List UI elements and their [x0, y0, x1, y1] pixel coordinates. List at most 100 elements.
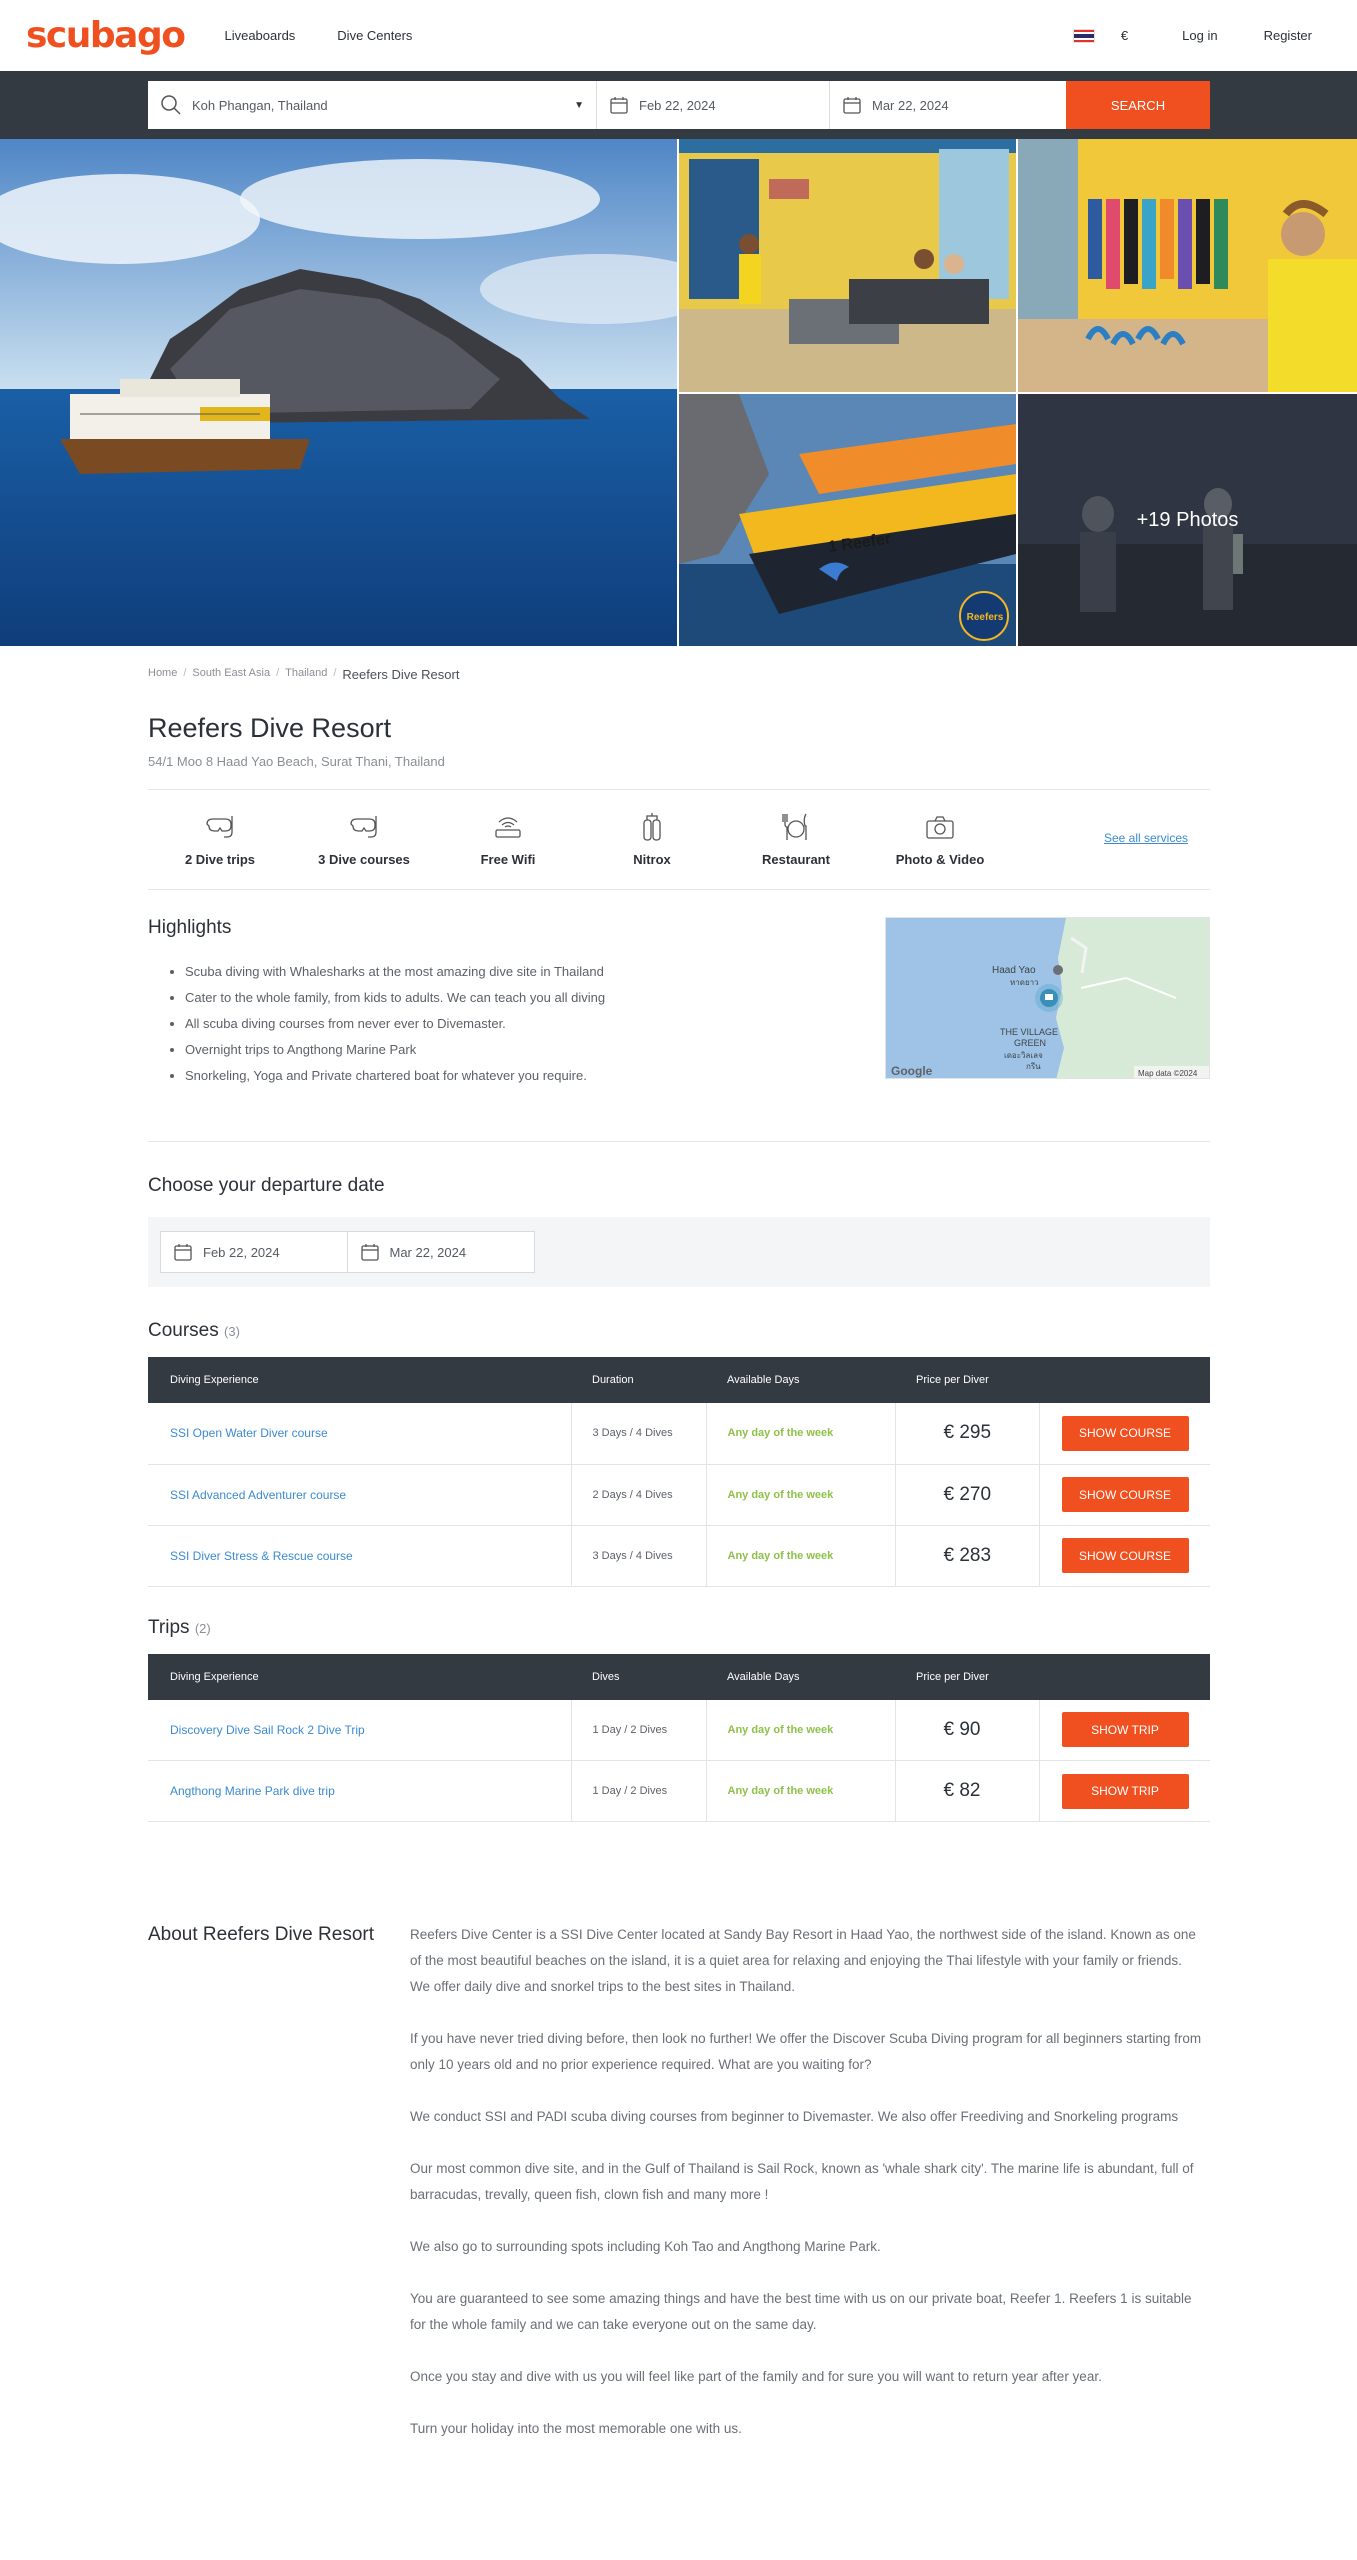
breadcrumb-home[interactable]: Home	[148, 667, 177, 682]
login-link[interactable]: Log in	[1182, 28, 1217, 43]
show-course-button[interactable]: SHOW COURSE	[1061, 1538, 1189, 1573]
reefers-logo-badge: Reefers	[967, 612, 1004, 623]
wifi-router-icon	[492, 812, 524, 842]
course-link[interactable]: SSI Advanced Adventurer course	[148, 1464, 571, 1525]
course-available-days: Any day of the week	[705, 1525, 895, 1586]
about-paragraph: You are guaranteed to see some amazing t…	[410, 2291, 1192, 2332]
trip-available-days: Any day of the week	[705, 1760, 895, 1822]
highlight-item: Cater to the whole family, from kids to …	[185, 985, 605, 1011]
date-to-field[interactable]: Mar 22, 2024	[830, 81, 1066, 129]
nav-liveaboards[interactable]: Liveaboards	[224, 28, 295, 43]
service-dive-courses: 3 Dive courses	[292, 812, 436, 867]
breadcrumb-thailand[interactable]: Thailand	[285, 667, 327, 682]
action-cell: SHOW COURSE	[1038, 1403, 1210, 1464]
trips-table: Diving Experience Dives Available Days P…	[148, 1653, 1210, 1823]
departure-from-field[interactable]: Feb 22, 2024	[161, 1232, 348, 1272]
currency-selector[interactable]: €	[1121, 28, 1128, 43]
column-header: Price per Diver	[916, 1670, 989, 1683]
show-course-button[interactable]: SHOW COURSE	[1061, 1477, 1189, 1512]
show-course-button[interactable]: SHOW COURSE	[1061, 1415, 1189, 1451]
breadcrumb-separator: /	[333, 667, 337, 679]
location-map[interactable]: Haad Yao หาดยาว THE VILLAGE GREEN เดอะวิ…	[885, 917, 1210, 1079]
action-cell: SHOW TRIP	[1038, 1699, 1210, 1761]
nav-dive-centers[interactable]: Dive Centers	[337, 28, 412, 43]
breadcrumb: Home / South East Asia / Thailand / Reef…	[148, 667, 1210, 682]
column-header: Price per Diver	[916, 1374, 989, 1386]
trips-table-header: Diving Experience Dives Available Days P…	[148, 1653, 1210, 1700]
trip-available-days: Any day of the week	[705, 1699, 895, 1761]
breadcrumb-current: Reefers Dive Resort	[342, 667, 460, 682]
main-nav: Liveaboards Dive Centers	[224, 28, 412, 43]
cutlery-icon	[780, 812, 812, 842]
register-link[interactable]: Register	[1264, 28, 1312, 43]
calendar-icon	[173, 1242, 193, 1262]
course-link[interactable]: SSI Open Water Diver course	[148, 1403, 571, 1464]
column-header: Diving Experience	[170, 1374, 259, 1386]
trip-link[interactable]: Angthong Marine Park dive trip	[148, 1761, 571, 1822]
search-button[interactable]: SEARCH	[1066, 81, 1210, 129]
course-duration: 2 Days / 4 Dives	[570, 1464, 706, 1525]
courses-count: (3)	[224, 1324, 240, 1339]
about-paragraph: We offer daily dive and snorkel trips to…	[410, 1979, 795, 1994]
service-photo-video: Photo & Video	[868, 812, 1012, 867]
tank-icon	[636, 812, 668, 842]
site-header: scubago Liveaboards Dive Centers € Log i…	[0, 0, 1357, 71]
departure-title: Choose your departure date	[148, 1175, 385, 1196]
service-label: Nitrox	[633, 852, 671, 867]
courses-title: Courses (3)	[148, 1320, 1210, 1342]
wetsuit-rack-photo[interactable]	[1018, 139, 1357, 392]
date-from-field[interactable]: Feb 22, 2024	[597, 81, 830, 129]
calendar-icon	[609, 95, 629, 115]
calendar-icon	[360, 1242, 380, 1262]
page-title: Reefers Dive Resort	[148, 713, 392, 743]
about-section: About Reefers Dive Resort Reefers Dive C…	[148, 1922, 1210, 2508]
column-header-empty	[1039, 1654, 1210, 1700]
courses-table-header: Diving Experience Duration Available Day…	[148, 1357, 1210, 1403]
table-row: Angthong Marine Park dive trip 1 Day / 2…	[148, 1760, 1210, 1822]
table-row: SSI Advanced Adventurer course 2 Days / …	[148, 1464, 1210, 1525]
map-label-green: GREEN	[1014, 1038, 1046, 1048]
breadcrumb-south-east-asia[interactable]: South East Asia	[192, 667, 270, 682]
reefer-boat-photo[interactable]: 1 Reefer Reefers	[679, 394, 1016, 646]
departure-from-value: Feb 22, 2024	[203, 1244, 280, 1260]
thailand-flag-icon[interactable]	[1072, 28, 1095, 43]
more-photos-label[interactable]: +19 Photos	[1018, 394, 1357, 646]
location-select[interactable]: Koh Phangan, Thailand ▼	[148, 81, 597, 129]
courses-table: Diving Experience Duration Available Day…	[148, 1357, 1210, 1587]
departure-to-field[interactable]: Mar 22, 2024	[348, 1232, 535, 1272]
highlight-item: Snorkeling, Yoga and Private chartered b…	[185, 1063, 605, 1089]
content: Home / South East Asia / Thailand / Reef…	[148, 667, 1210, 2508]
service-label: 2 Dive trips	[184, 852, 256, 867]
highlights-list: Scuba diving with Whalesharks at the mos…	[148, 959, 605, 1089]
about-paragraph: Turn your holiday into the most memorabl…	[410, 2421, 742, 2436]
service-label: Photo & Video	[895, 852, 985, 867]
column-header-empty	[1039, 1357, 1210, 1403]
trip-link[interactable]: Discovery Dive Sail Rock 2 Dive Trip	[148, 1700, 571, 1761]
services-bar: 2 Dive trips 3 Dive courses Free Wifi Ni…	[148, 789, 1210, 890]
trips-count: (2)	[194, 1620, 211, 1636]
show-trip-button[interactable]: SHOW TRIP	[1061, 1712, 1189, 1748]
map-label-haad-yao-thai: หาดยาว	[1010, 978, 1039, 987]
main-photo-rock-boat[interactable]	[0, 139, 677, 646]
resort-address: 54/1 Moo 8 Haad Yao Beach, Surat Thani, …	[148, 754, 445, 769]
search-bar: Koh Phangan, Thailand ▼ Feb 22, 2024 Mar…	[0, 71, 1357, 139]
map-attribution: Map data ©2024	[1138, 1069, 1198, 1078]
highlight-item: Overnight trips to Angthong Marine Park	[185, 1037, 605, 1063]
more-photos-tile[interactable]: +19 Photos	[1018, 394, 1357, 646]
show-trip-button[interactable]: SHOW TRIP	[1061, 1773, 1189, 1809]
chevron-down-icon: ▼	[574, 99, 584, 111]
action-cell: SHOW TRIP	[1038, 1760, 1210, 1822]
trip-price: € 90	[894, 1699, 1039, 1761]
map-label-the-village: THE VILLAGE	[1000, 1027, 1058, 1037]
about-paragraph: We conduct SSI and PADI scuba diving cou…	[410, 2109, 1179, 2124]
about-paragraph: Reefers Dive Center is a SSI Dive Center…	[410, 1927, 1196, 1968]
scubago-logo[interactable]: scubago	[26, 15, 186, 56]
trips-title-text: Trips	[148, 1616, 190, 1638]
see-all-services-link[interactable]: See all services	[1104, 831, 1188, 845]
dive-shop-photo[interactable]	[679, 139, 1016, 392]
course-price: € 295	[894, 1403, 1039, 1464]
course-link[interactable]: SSI Diver Stress & Rescue course	[148, 1525, 571, 1586]
highlight-item: Scuba diving with Whalesharks at the mos…	[185, 959, 605, 985]
table-row: SSI Diver Stress & Rescue course 3 Days …	[148, 1525, 1210, 1586]
search-icon	[160, 94, 182, 116]
